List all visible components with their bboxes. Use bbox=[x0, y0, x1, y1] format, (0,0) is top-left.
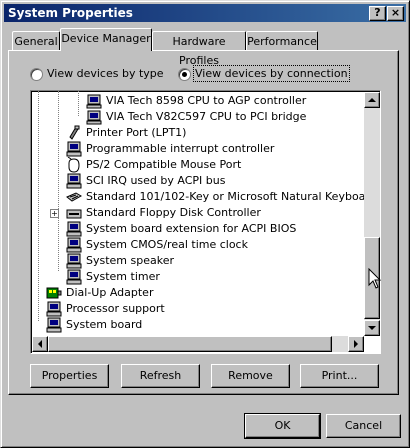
expand-icon[interactable]: + bbox=[50, 209, 59, 218]
computer-device-icon bbox=[66, 269, 82, 285]
title-bar[interactable]: System Properties ? × bbox=[4, 4, 406, 22]
computer-device-icon bbox=[66, 253, 82, 269]
horizontal-scrollbar[interactable] bbox=[32, 336, 364, 352]
refresh-button[interactable]: Refresh bbox=[121, 364, 200, 388]
computer-device-icon bbox=[66, 141, 82, 157]
tree-item-label: Printer Port (LPT1) bbox=[86, 126, 187, 139]
computer-device-icon bbox=[46, 301, 62, 317]
tree-item-label: PS/2 Compatible Mouse Port bbox=[86, 158, 242, 171]
vertical-scrollbar[interactable] bbox=[364, 92, 380, 336]
computer-device-icon bbox=[46, 317, 62, 333]
computer-device-icon bbox=[66, 173, 82, 189]
view-by-connection-label[interactable]: View devices by connection bbox=[193, 65, 350, 82]
view-by-type-label[interactable]: View devices by type bbox=[47, 67, 164, 80]
close-button[interactable]: × bbox=[387, 6, 404, 21]
tree-item[interactable]: + Standard Floppy Disk Controller bbox=[50, 205, 290, 221]
scroll-up-button[interactable] bbox=[364, 92, 380, 108]
tree-item-label: Standard Floppy Disk Controller bbox=[86, 206, 261, 219]
tree-connector-line bbox=[38, 91, 39, 321]
cancel-button[interactable]: Cancel bbox=[326, 414, 401, 438]
keyboard-icon bbox=[66, 192, 82, 202]
scroll-down-button[interactable] bbox=[364, 320, 380, 336]
tree-item-label: Dial-Up Adapter bbox=[66, 286, 154, 299]
radio-button-icon[interactable] bbox=[30, 68, 43, 81]
tree-item-label: System CMOS/real time clock bbox=[86, 238, 248, 251]
tree-item-label: VIA Tech V82C597 CPU to PCI bridge bbox=[106, 110, 307, 123]
tree-item-label: VIA Tech 8598 CPU to AGP controller bbox=[106, 94, 307, 107]
tab-hardware-profiles[interactable]: Hardware Profiles bbox=[152, 31, 246, 67]
tree-connector-line bbox=[58, 91, 59, 271]
computer-device-icon bbox=[66, 221, 82, 237]
remove-button[interactable]: Remove bbox=[211, 364, 290, 388]
arrow-up-icon bbox=[368, 98, 376, 102]
active-tab-join bbox=[61, 49, 149, 52]
tree-item-label: Processor support bbox=[66, 302, 165, 315]
scroll-right-button[interactable] bbox=[348, 336, 364, 352]
arrow-down-icon bbox=[368, 326, 376, 330]
print-button[interactable]: Print... bbox=[300, 364, 379, 388]
ok-button[interactable]: OK bbox=[244, 413, 321, 439]
window-title: System Properties bbox=[8, 6, 133, 20]
scroll-left-button[interactable] bbox=[32, 336, 48, 352]
tree-item-label: System speaker bbox=[86, 254, 175, 267]
tree-item-label: System timer bbox=[86, 270, 160, 283]
tree-item-label: Standard 101/102-Key or Microsoft Natura… bbox=[86, 190, 377, 203]
tab-device-manager[interactable]: Device Manager bbox=[60, 28, 152, 51]
computer-device-icon bbox=[66, 237, 82, 253]
arrow-right-icon bbox=[354, 340, 358, 348]
printer-port-icon bbox=[69, 125, 80, 140]
floppy-controller-icon bbox=[66, 209, 82, 219]
tab-general[interactable]: General bbox=[12, 31, 60, 51]
monitor-device-icon bbox=[86, 110, 102, 125]
mouse-icon bbox=[67, 157, 80, 173]
tree-item-label: System board bbox=[66, 318, 143, 331]
radio-button-selected-icon[interactable] bbox=[178, 68, 191, 81]
mouse-cursor-icon bbox=[368, 268, 382, 289]
device-tree-listbox[interactable]: VIA Tech 8598 CPU to AGP controller VIA … bbox=[30, 90, 381, 354]
tree-item-label: Programmable interrupt controller bbox=[86, 142, 275, 155]
help-button[interactable]: ? bbox=[369, 6, 386, 21]
tree-item-label: SCI IRQ used by ACPI bus bbox=[86, 174, 226, 187]
network-adapter-icon bbox=[46, 287, 62, 299]
scroll-thumb[interactable] bbox=[48, 336, 332, 352]
arrow-left-icon bbox=[38, 340, 42, 348]
properties-button[interactable]: Properties bbox=[30, 364, 109, 388]
monitor-device-icon bbox=[86, 94, 102, 109]
tree-item-label: System board extension for ACPI BIOS bbox=[86, 222, 297, 235]
tree-connector-line bbox=[78, 91, 79, 116]
tab-performance[interactable]: Performance bbox=[246, 31, 318, 51]
